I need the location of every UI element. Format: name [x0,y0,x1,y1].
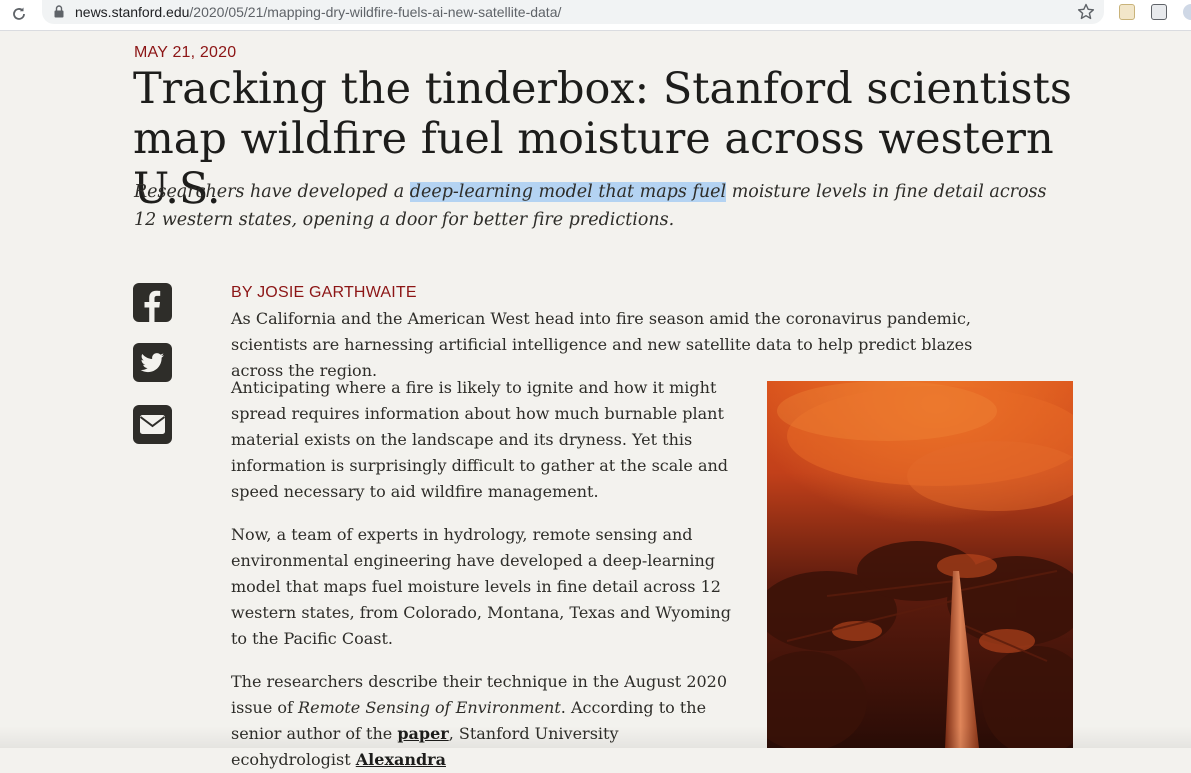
selected-text: deep-learning model that maps fuel [409,182,727,202]
url-path: /2020/05/21/mapping-dry-wildfire-fuels-a… [189,4,562,20]
article-byline: BY JOSIE GARTHWAITE [231,284,417,301]
url-text: news.stanford.edu/2020/05/21/mapping-dry… [75,4,561,20]
star-icon[interactable] [1076,2,1096,22]
lock-icon[interactable] [54,5,64,18]
author-link[interactable]: Alexandra [356,750,446,769]
body-paragraph: The researchers describe their technique… [231,669,741,773]
url-host: news.stanford.edu [75,4,190,20]
email-icon[interactable] [133,405,172,444]
address-bar[interactable]: news.stanford.edu/2020/05/21/mapping-dry… [42,0,1104,24]
article-date: MAY 21, 2020 [134,44,237,61]
extension-icon[interactable] [1183,4,1191,20]
journal-name: Remote Sensing of Environment [298,698,561,717]
browser-toolbar: news.stanford.edu/2020/05/21/mapping-dry… [0,0,1191,31]
body-paragraph: Anticipating where a fire is likely to i… [231,378,729,501]
intro-paragraph: As California and the American West head… [231,309,973,380]
paper-link[interactable]: paper [397,724,448,743]
extension-icon[interactable] [1151,4,1167,20]
body-paragraph: Now, a team of experts in hydrology, rem… [231,525,731,648]
dek-text: Researchers have developed a [134,182,410,202]
twitter-icon[interactable] [133,343,172,382]
facebook-icon[interactable] [133,283,172,322]
reload-icon[interactable] [10,5,28,23]
extension-icon[interactable] [1119,4,1135,20]
article-dek: Researchers have developed a deep-learni… [134,178,1064,234]
wildfire-tree-photo [767,381,1073,748]
